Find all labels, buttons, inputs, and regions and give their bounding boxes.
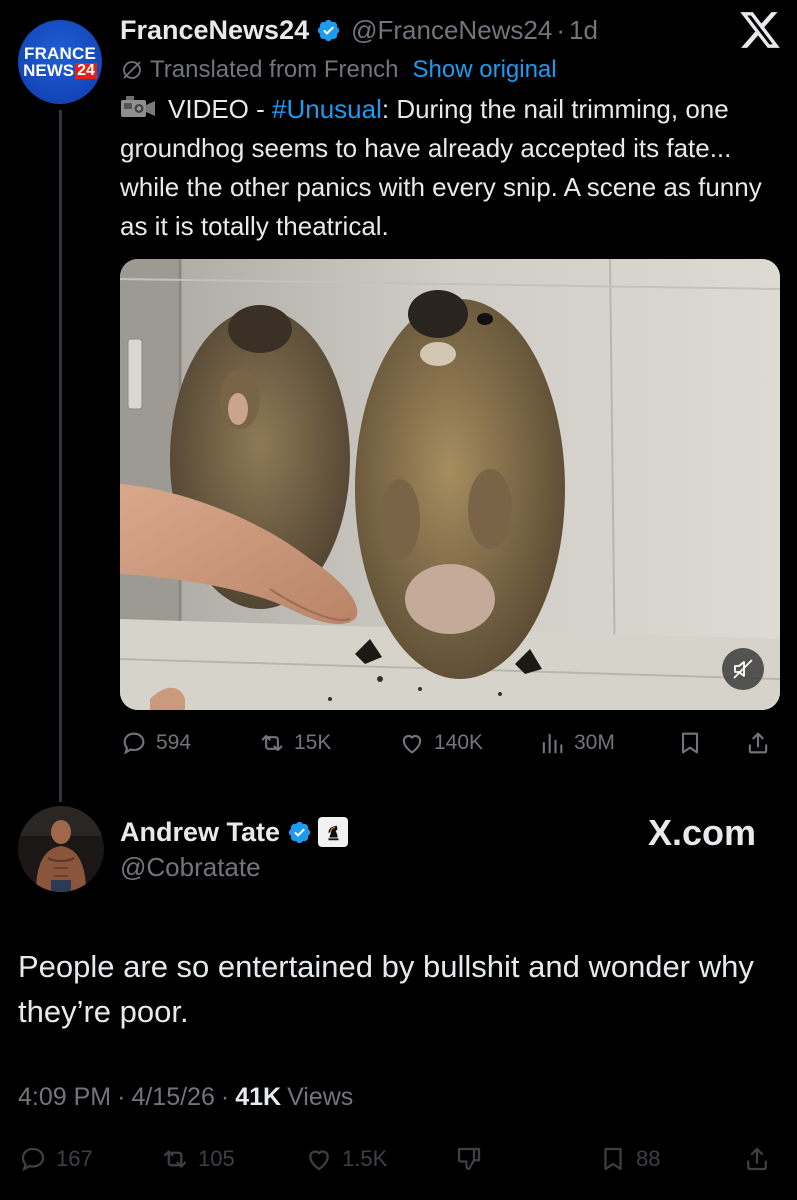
reply-icon [21, 1147, 45, 1172]
meta-separator: · [117, 1082, 126, 1111]
reply-tweet-text: People are so entertained by bullshit an… [18, 949, 754, 1029]
tweet-age[interactable]: 1d [569, 15, 598, 46]
mute-button[interactable] [722, 648, 764, 690]
avatar-photo [18, 806, 104, 892]
thread-line [59, 110, 62, 802]
hashtag-link[interactable]: #Unusual [272, 94, 382, 124]
affiliate-badge[interactable] [318, 817, 349, 847]
reply-button[interactable]: 594 [120, 724, 191, 762]
repost-icon [261, 734, 283, 752]
avatar-logo-number: 24 [75, 61, 97, 79]
repost-button[interactable]: 15K [258, 724, 331, 762]
bookmark-icon [681, 732, 699, 754]
andrew-tate-avatar[interactable] [18, 806, 104, 892]
reply-handle[interactable]: @Cobratate [120, 852, 261, 883]
bookmark-icon [604, 1147, 622, 1171]
reply-share-button[interactable] [742, 1140, 780, 1178]
reply-like-count: 1.5K [342, 1146, 388, 1171]
verified-badge-icon [288, 821, 311, 843]
original-handle[interactable]: @FranceNews24 [351, 15, 552, 46]
share-button[interactable] [744, 724, 780, 762]
reply-display-name[interactable]: Andrew Tate [120, 817, 280, 848]
avatar-logo-news: NEWS [23, 61, 75, 80]
like-button[interactable]: 140K [398, 724, 483, 762]
original-tweet-header: FranceNews24 @FranceNews24 · 1d [120, 12, 598, 48]
video-player[interactable] [120, 259, 780, 710]
verified-badge-icon [317, 19, 340, 41]
x-logo-icon[interactable] [738, 8, 782, 52]
avatar-logo-line1: FRANCE [23, 44, 97, 63]
reply-like-button[interactable]: 1.5K [304, 1140, 387, 1178]
post-date[interactable]: 4/15/26 [131, 1083, 214, 1112]
reply-bookmark-count: 88 [636, 1146, 661, 1171]
share-icon [747, 1147, 767, 1171]
reply-action-bar: 167 105 1.5K 88 [18, 1140, 778, 1180]
views-count: 30M [574, 731, 615, 754]
video-camera-icon [121, 96, 155, 117]
groundhog-video-frame [120, 259, 780, 710]
translation-row: Translated from French Show original [120, 54, 557, 86]
repost-count: 15K [294, 731, 332, 754]
heart-icon [402, 735, 422, 754]
post-time[interactable]: 4:09 PM [18, 1083, 111, 1112]
reply-icon [123, 732, 145, 755]
muted-speaker-icon [733, 659, 753, 679]
translated-label: Translated from French [150, 56, 399, 83]
original-display-name[interactable]: FranceNews24 [120, 15, 309, 46]
bookmark-button[interactable] [676, 724, 712, 762]
meta-separator: · [220, 1082, 230, 1111]
reply-repost-count: 105 [198, 1146, 235, 1171]
reply-views-count: 41K [235, 1082, 282, 1111]
original-tweet-text: VIDEO - #Unusual: During the nail trimmi… [120, 90, 780, 246]
thumbs-down-icon [457, 1147, 481, 1171]
globe-icon [123, 61, 141, 79]
chess-knight-icon [328, 825, 339, 841]
share-icon [748, 732, 768, 754]
reply-reply-button[interactable]: 167 [18, 1140, 93, 1178]
reply-tweet-header: Andrew Tate [120, 814, 349, 850]
avatar-logo-line2: NEWS 24 [23, 62, 97, 79]
show-original-link[interactable]: Show original [413, 56, 557, 84]
header-separator: · [556, 14, 566, 45]
reply-reply-count: 167 [56, 1146, 93, 1171]
heart-icon [309, 1150, 329, 1171]
francenews24-avatar[interactable]: FRANCE NEWS 24 [18, 20, 102, 104]
reply-repost-button[interactable]: 105 [160, 1140, 235, 1178]
reply-count: 594 [156, 731, 192, 754]
reply-meta-row: 4:09 PM · 4/15/26 · 41K Views [18, 1079, 353, 1115]
views-bar-icon [542, 733, 563, 754]
dislike-button[interactable] [454, 1140, 492, 1178]
tweet-text-prefix: VIDEO - [168, 94, 273, 124]
reply-views-label: Views [287, 1082, 354, 1111]
views-button[interactable]: 30M [538, 724, 615, 762]
like-count: 140K [434, 731, 484, 754]
repost-icon [163, 1150, 187, 1168]
original-action-bar: 594 15K 140K 30M [120, 724, 780, 762]
reply-bookmark-button[interactable]: 88 [598, 1140, 660, 1178]
x-com-watermark: X.com [648, 812, 757, 853]
